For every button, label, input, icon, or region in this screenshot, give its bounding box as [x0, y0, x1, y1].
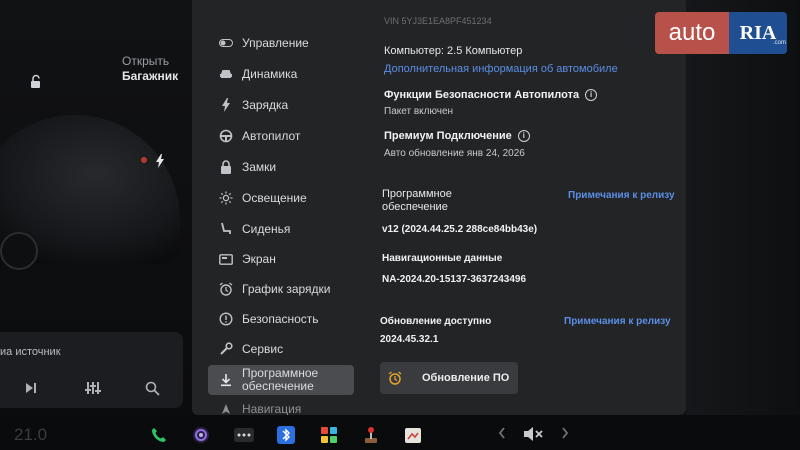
lock-icon — [218, 159, 234, 175]
menu-item-dynamics[interactable]: Динамика — [208, 59, 354, 89]
release-notes-link[interactable]: Примечания к релизу — [568, 190, 675, 201]
alarm-clock-icon — [388, 371, 402, 385]
open-trunk-button[interactable]: Открыть Багажник — [122, 54, 178, 84]
menu-item-navigation[interactable]: Навигация — [208, 394, 354, 415]
menu-item-service[interactable]: Сервис — [208, 334, 354, 364]
logo-com-text: .com — [773, 40, 787, 46]
menu-item-label: Сервис — [242, 342, 284, 356]
menu-item-label: Безопасность — [242, 312, 319, 326]
autopilot-safety-title: Функции Безопасности Автопилота i — [384, 89, 598, 102]
menu-item-controls[interactable]: Управление — [208, 28, 354, 58]
media-source-label[interactable]: иа источник — [0, 346, 61, 358]
volume-mute-icon[interactable] — [522, 426, 543, 444]
autoria-watermark-logo: auto RIA .com — [655, 12, 787, 54]
download-icon — [218, 372, 234, 388]
more-icon[interactable] — [234, 426, 254, 444]
menu-item-software[interactable]: Программное обеспечение — [208, 365, 354, 395]
trunk-label-line1: Открыть — [122, 54, 170, 68]
menu-item-label: Замки — [242, 160, 277, 174]
menu-item-label-line2: обеспечение — [242, 379, 314, 393]
vehicle-info-link[interactable]: Дополнительная информация об автомобиле — [384, 63, 618, 75]
toggle-icon — [218, 35, 234, 51]
menu-item-label: Управление — [242, 36, 309, 50]
wrench-icon — [218, 341, 234, 357]
menu-item-lighting[interactable]: Освещение — [208, 183, 354, 213]
menu-item-autopilot[interactable]: Автопилот — [208, 121, 354, 151]
autopilot-safety-status: Пакет включен — [384, 106, 454, 117]
logo-auto-text: auto — [655, 12, 729, 54]
chevron-left-icon[interactable] — [497, 426, 515, 444]
info-icon[interactable]: i — [517, 130, 530, 143]
alarm-clock-icon — [218, 281, 234, 297]
logo-ria-text: RIA — [729, 12, 787, 54]
software-info-content: VIN 5YJ3E1EA8PF451234 Компьютер: 2.5 Ком… — [372, 0, 682, 415]
menu-item-label: Динамика — [242, 67, 298, 81]
car-icon — [218, 66, 234, 82]
menu-item-charging[interactable]: Зарядка — [208, 90, 354, 120]
software-version: v12 (2024.44.25.2 288ce84bb43e) — [382, 224, 538, 235]
games-icon[interactable] — [320, 426, 338, 444]
settings-panel: Управление Динамика Зарядка Автопилот За… — [192, 0, 686, 415]
menu-item-label: Экран — [242, 252, 276, 266]
bolt-icon — [218, 97, 234, 113]
menu-item-label: Зарядка — [242, 98, 289, 112]
computer-info: Компьютер: 2.5 Компьютер — [384, 45, 523, 57]
trunk-label-line2: Багажник — [122, 69, 179, 83]
menu-item-label: Автопилот — [242, 129, 301, 143]
menu-item-seats[interactable]: Сиденья — [208, 214, 354, 244]
camera-icon[interactable] — [192, 426, 210, 444]
update-available-title: Обновление доступно — [380, 316, 492, 327]
search-icon[interactable] — [145, 381, 161, 397]
software-update-button-label: Обновление ПО — [422, 372, 510, 384]
sun-icon — [218, 190, 234, 206]
info-circle-icon — [218, 311, 234, 327]
premium-connectivity-title-text: Премиум Подключение — [384, 130, 512, 142]
phone-icon[interactable] — [150, 426, 168, 444]
update-version: 2024.45.32.1 — [380, 334, 439, 345]
vin-text: VIN 5YJ3E1EA8PF451234 — [384, 16, 492, 26]
software-update-button[interactable]: Обновление ПО — [380, 362, 518, 394]
menu-item-safety[interactable]: Безопасность — [208, 304, 354, 334]
menu-item-label: Программное обеспечение — [242, 367, 318, 393]
menu-item-label: Освещение — [242, 191, 307, 205]
software-title-line1: Программное — [382, 188, 452, 200]
screen-icon — [218, 251, 234, 267]
bluetooth-icon[interactable] — [277, 426, 295, 444]
menu-item-locks[interactable]: Замки — [208, 152, 354, 182]
unlock-icon[interactable] — [28, 74, 44, 90]
autopilot-safety-title-text: Функции Безопасности Автопилота — [384, 89, 580, 101]
premium-connectivity-status: Авто обновление янв 24, 2026 — [384, 148, 525, 159]
next-track-icon[interactable] — [24, 381, 40, 397]
menu-item-label: Навигация — [242, 402, 302, 415]
steering-wheel-icon — [218, 128, 234, 144]
car-wheel — [0, 232, 38, 270]
premium-connectivity-title: Премиум Подключение i — [384, 130, 530, 143]
navigation-icon — [218, 401, 234, 415]
toybox-icon[interactable] — [404, 426, 422, 444]
navigation-data-value: NA-2024.20-15137-3637243496 — [382, 274, 527, 285]
software-title-line2: обеспечение — [382, 201, 448, 213]
screen-bezel-right — [686, 0, 800, 450]
menu-item-display[interactable]: Экран — [208, 244, 354, 274]
equalizer-icon[interactable] — [85, 381, 101, 397]
cabin-temperature[interactable]: 21.0 — [14, 425, 47, 445]
menu-item-label: Сиденья — [242, 222, 291, 236]
charge-port-indicator — [141, 157, 147, 163]
seat-icon — [218, 221, 234, 237]
joystick-icon[interactable] — [362, 426, 380, 444]
software-title: Программное обеспечение — [382, 188, 452, 214]
info-icon[interactable]: i — [585, 89, 598, 102]
navigation-data-title: Навигационные данные — [382, 253, 503, 264]
release-notes-link[interactable]: Примечания к релизу — [564, 316, 671, 327]
chevron-right-icon[interactable] — [560, 426, 578, 444]
charge-bolt-icon[interactable] — [155, 154, 165, 171]
menu-item-charge-schedule[interactable]: График зарядки — [208, 274, 354, 304]
taskbar — [0, 415, 800, 450]
car-view-panel: Открыть Багажник иа источник — [0, 0, 192, 415]
menu-item-label: График зарядки — [242, 282, 331, 296]
